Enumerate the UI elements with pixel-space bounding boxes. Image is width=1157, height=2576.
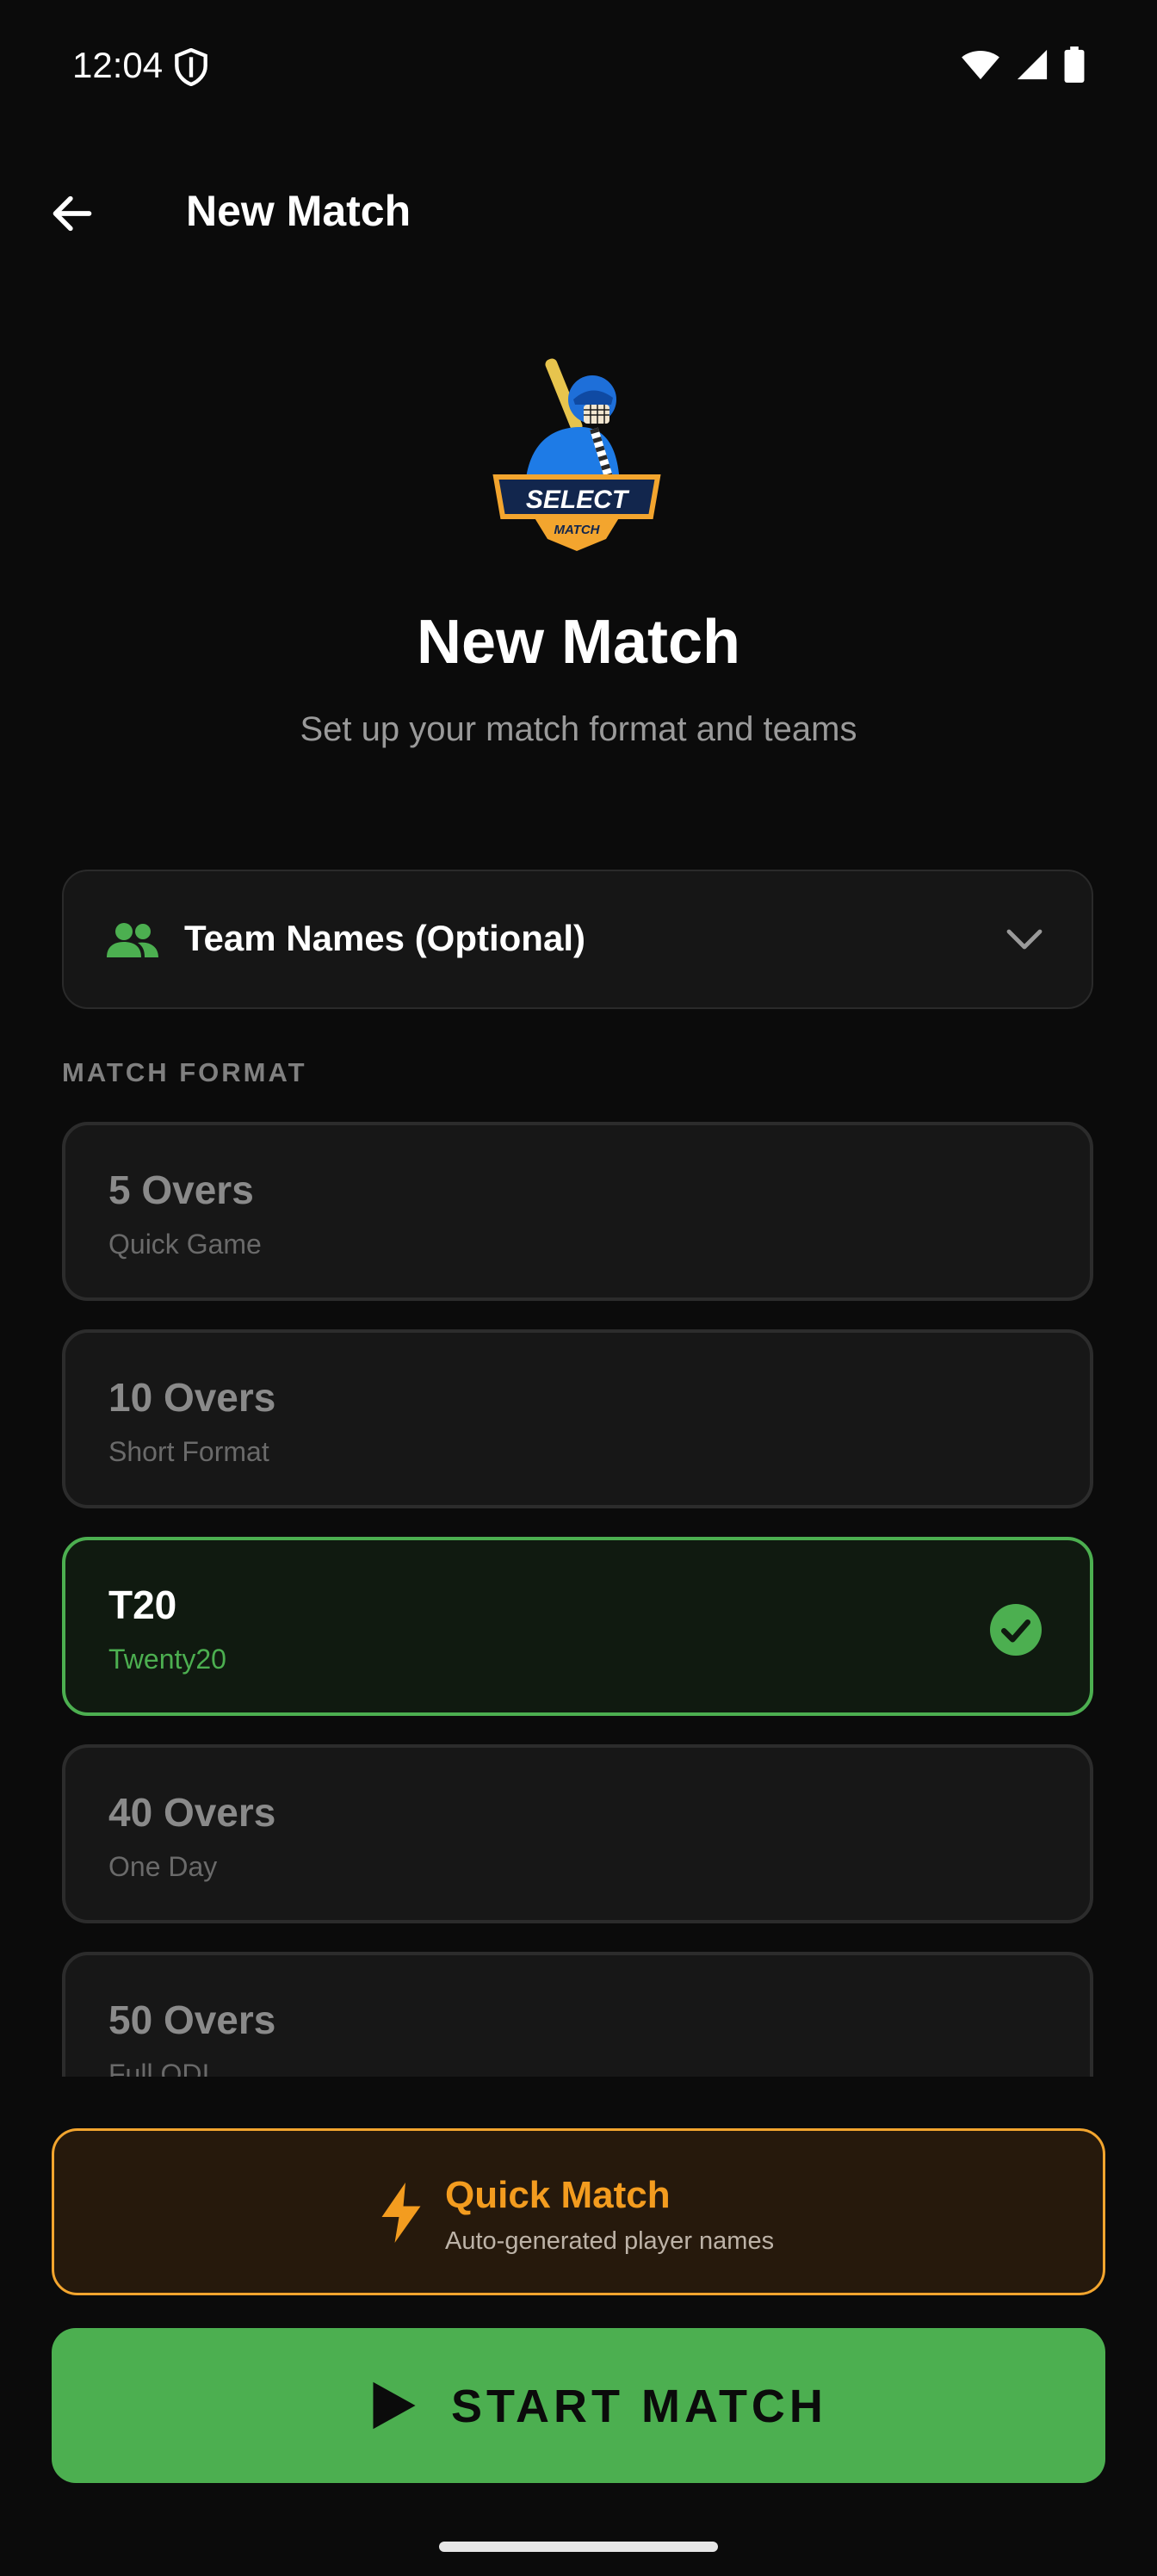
shield-icon xyxy=(175,48,207,86)
start-match-button[interactable]: START MATCH xyxy=(52,2328,1105,2483)
format-subtitle: Quick Game xyxy=(108,1229,262,1260)
format-title: 40 Overs xyxy=(108,1790,276,1835)
format-option-40-overs[interactable]: 40 Overs One Day xyxy=(62,1744,1093,1923)
chevron-down-icon xyxy=(1006,929,1043,950)
wifi-icon xyxy=(962,51,999,80)
app-bar: New Match xyxy=(0,164,1157,258)
signal-icon xyxy=(1017,49,1048,80)
team-icon xyxy=(107,923,158,957)
app-bar-title: New Match xyxy=(186,187,411,235)
back-button[interactable] xyxy=(38,179,107,248)
format-option-50-overs[interactable]: 50 Overs Full ODI xyxy=(62,1952,1093,2077)
format-subtitle: Full ODI xyxy=(108,2059,210,2077)
logo-text-select: SELECT xyxy=(526,486,630,514)
home-indicator[interactable] xyxy=(439,2542,718,2552)
quick-match-subtitle: Auto-generated player names xyxy=(445,2227,775,2255)
format-title: 5 Overs xyxy=(108,1167,254,1212)
play-icon xyxy=(373,2381,416,2430)
team-names-label: Team Names (Optional) xyxy=(184,918,585,958)
status-bar: 12:04 xyxy=(0,0,1157,138)
back-arrow-icon xyxy=(53,195,92,232)
page-title: New Match xyxy=(416,608,741,677)
format-subtitle: One Day xyxy=(108,1851,218,1882)
logo-text-match: MATCH xyxy=(554,523,600,537)
quick-match-button[interactable]: Quick Match Auto-generated player names xyxy=(52,2128,1105,2295)
check-circle-icon xyxy=(990,1604,1042,1656)
bolt-icon xyxy=(381,2183,421,2243)
quick-match-title: Quick Match xyxy=(445,2174,671,2216)
match-format-section-label: MATCH FORMAT xyxy=(62,1057,307,1087)
start-match-label: START MATCH xyxy=(451,2381,827,2432)
format-option-10-overs[interactable]: 10 Overs Short Format xyxy=(62,1329,1093,1508)
team-names-expander[interactable]: Team Names (Optional) xyxy=(62,870,1093,1009)
page-subtitle: Set up your match format and teams xyxy=(300,710,857,748)
format-subtitle: Twenty20 xyxy=(108,1644,226,1675)
format-option-t20[interactable]: T20 Twenty20 xyxy=(62,1537,1093,1716)
format-title: 50 Overs xyxy=(108,1997,276,2042)
status-icons xyxy=(961,46,1085,83)
match-format-list[interactable]: 5 Overs Quick Game 10 Overs Short Format… xyxy=(0,1119,1157,2077)
format-option-5-overs[interactable]: 5 Overs Quick Game xyxy=(62,1122,1093,1301)
select-match-logo: SELECT MATCH xyxy=(492,358,661,551)
format-title: 10 Overs xyxy=(108,1375,276,1420)
format-subtitle: Short Format xyxy=(108,1436,269,1467)
battery-icon xyxy=(1064,46,1085,83)
format-title: T20 xyxy=(108,1582,177,1627)
status-time: 12:04 xyxy=(72,45,164,85)
